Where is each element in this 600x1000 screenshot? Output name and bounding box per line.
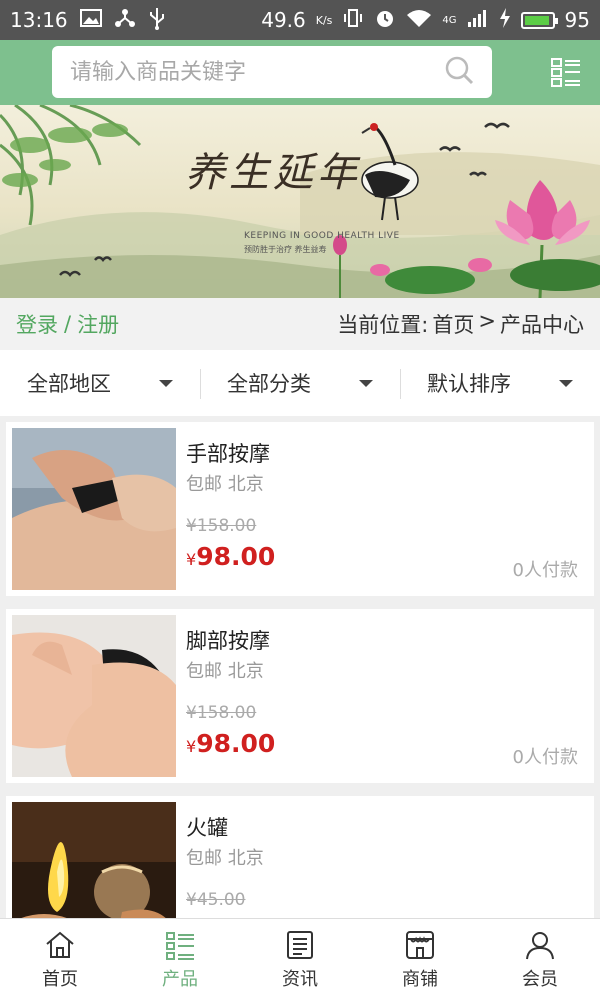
network-speed-unit: K/s <box>315 13 333 27</box>
charging-icon <box>499 8 511 32</box>
banner-subtitle: KEEPING IN GOOD HEALTH LIVE <box>244 231 400 241</box>
product-original-price: ¥158.00 <box>186 516 257 536</box>
network-speed: 49.6 <box>261 8 306 32</box>
product-original-price: ¥45.00 <box>186 890 246 910</box>
filter-category-label: 全部分类 <box>227 372 311 396</box>
breadcrumb-arrow: > <box>478 309 496 333</box>
status-time: 13:16 <box>10 8 68 32</box>
filter-region[interactable]: 全部地区 <box>0 350 200 416</box>
search-input[interactable] <box>70 59 444 85</box>
product-image[interactable] <box>12 615 176 777</box>
chevron-down-icon <box>359 379 373 387</box>
member-icon <box>526 932 554 960</box>
product-city: 北京 <box>227 474 264 495</box>
breadcrumb-label: 当前位置: <box>337 313 429 337</box>
shop-icon <box>406 931 434 959</box>
banner[interactable]: 养生延年 KEEPING IN GOOD HEALTH LIVE 预防胜于治疗 … <box>0 105 600 298</box>
product-name[interactable]: 脚部按摩 <box>186 625 270 655</box>
search-icon[interactable] <box>444 55 474 89</box>
currency-symbol: ¥ <box>186 737 197 756</box>
product-price: ¥98.00 <box>186 542 275 571</box>
product-shipping-label: 包邮 <box>186 661 222 682</box>
wifi-icon <box>406 8 432 32</box>
product-card[interactable]: 脚部按摩 包邮 北京 ¥158.00 ¥98.00 0人付款 <box>6 609 594 783</box>
product-shipping: 包邮 北京 <box>186 470 264 496</box>
search-box[interactable] <box>52 46 492 98</box>
filter-sort-label: 默认排序 <box>427 372 511 396</box>
chevron-down-icon <box>159 379 173 387</box>
header <box>0 40 600 105</box>
nav-member-label: 会员 <box>522 969 558 990</box>
network-type: 4G <box>442 14 457 26</box>
list-menu-icon[interactable] <box>550 56 582 88</box>
register-link[interactable]: 注册 <box>77 309 119 339</box>
product-image[interactable] <box>12 428 176 590</box>
share-icon <box>114 8 136 32</box>
chevron-down-icon <box>559 379 573 387</box>
nav-news[interactable]: 资讯 <box>240 919 360 1000</box>
image-icon <box>79 9 102 31</box>
banner-tagline: 预防胜于治疗 养生益寿 <box>244 245 327 254</box>
products-icon <box>166 932 194 960</box>
product-original-price: ¥158.00 <box>186 703 257 723</box>
nav-home-label: 首页 <box>42 969 78 990</box>
product-price: ¥98.00 <box>186 729 275 758</box>
breadcrumb-bar: 登录 / 注册 当前位置: 首页 > 产品中心 <box>0 298 600 350</box>
alarm-icon <box>374 7 396 33</box>
nav-news-label: 资讯 <box>282 969 318 990</box>
nav-home[interactable]: 首页 <box>0 919 120 1000</box>
currency-symbol: ¥ <box>186 550 197 569</box>
filter-bar: 全部地区 全部分类 默认排序 <box>0 350 600 416</box>
product-card[interactable]: 火罐 包邮 北京 ¥45.00 <box>6 796 594 918</box>
breadcrumb-home[interactable]: 首页 <box>432 309 474 339</box>
nav-products-label: 产品 <box>162 969 198 990</box>
usb-icon <box>148 6 166 34</box>
product-shipping: 包邮 北京 <box>186 844 264 870</box>
product-paid-count: 0人付款 <box>512 747 578 768</box>
bottom-nav: 首页 产品 资讯 商铺 会员 <box>0 918 600 1000</box>
status-bar: 13:16 49.6 K/s 4G 95 <box>0 0 600 40</box>
product-price-value: 98.00 <box>196 729 276 758</box>
news-icon <box>287 931 313 959</box>
filter-category[interactable]: 全部分类 <box>200 350 400 416</box>
login-separator: / <box>64 312 72 336</box>
breadcrumb-current: 产品中心 <box>500 313 584 337</box>
battery-icon <box>520 11 558 29</box>
product-shipping-label: 包邮 <box>186 474 222 495</box>
nav-member[interactable]: 会员 <box>480 919 600 1000</box>
product-shipping: 包邮 北京 <box>186 657 264 683</box>
product-price-value: 98.00 <box>196 542 276 571</box>
filter-sort[interactable]: 默认排序 <box>400 350 600 416</box>
nav-shop[interactable]: 商铺 <box>360 919 480 1000</box>
product-name[interactable]: 手部按摩 <box>186 438 270 468</box>
filter-region-label: 全部地区 <box>27 372 111 396</box>
breadcrumb: 当前位置: 首页 > 产品中心 <box>337 309 584 339</box>
banner-calligraphy: 养生延年 <box>185 150 361 196</box>
product-list: 手部按摩 包邮 北京 ¥158.00 ¥98.00 0人付款 脚部按摩 包邮 北… <box>0 416 600 918</box>
product-name[interactable]: 火罐 <box>186 812 228 842</box>
login-link[interactable]: 登录 <box>16 309 58 339</box>
vibrate-icon <box>342 8 364 32</box>
product-paid-count: 0人付款 <box>512 560 578 581</box>
product-city: 北京 <box>227 661 264 682</box>
nav-products[interactable]: 产品 <box>120 919 240 1000</box>
battery-percent: 95 <box>564 8 590 32</box>
product-shipping-label: 包邮 <box>186 848 222 869</box>
home-icon <box>46 931 74 958</box>
product-city: 北京 <box>227 848 264 869</box>
nav-shop-label: 商铺 <box>402 969 438 990</box>
product-image[interactable] <box>12 802 176 918</box>
product-card[interactable]: 手部按摩 包邮 北京 ¥158.00 ¥98.00 0人付款 <box>6 422 594 596</box>
signal-icon <box>467 8 489 32</box>
